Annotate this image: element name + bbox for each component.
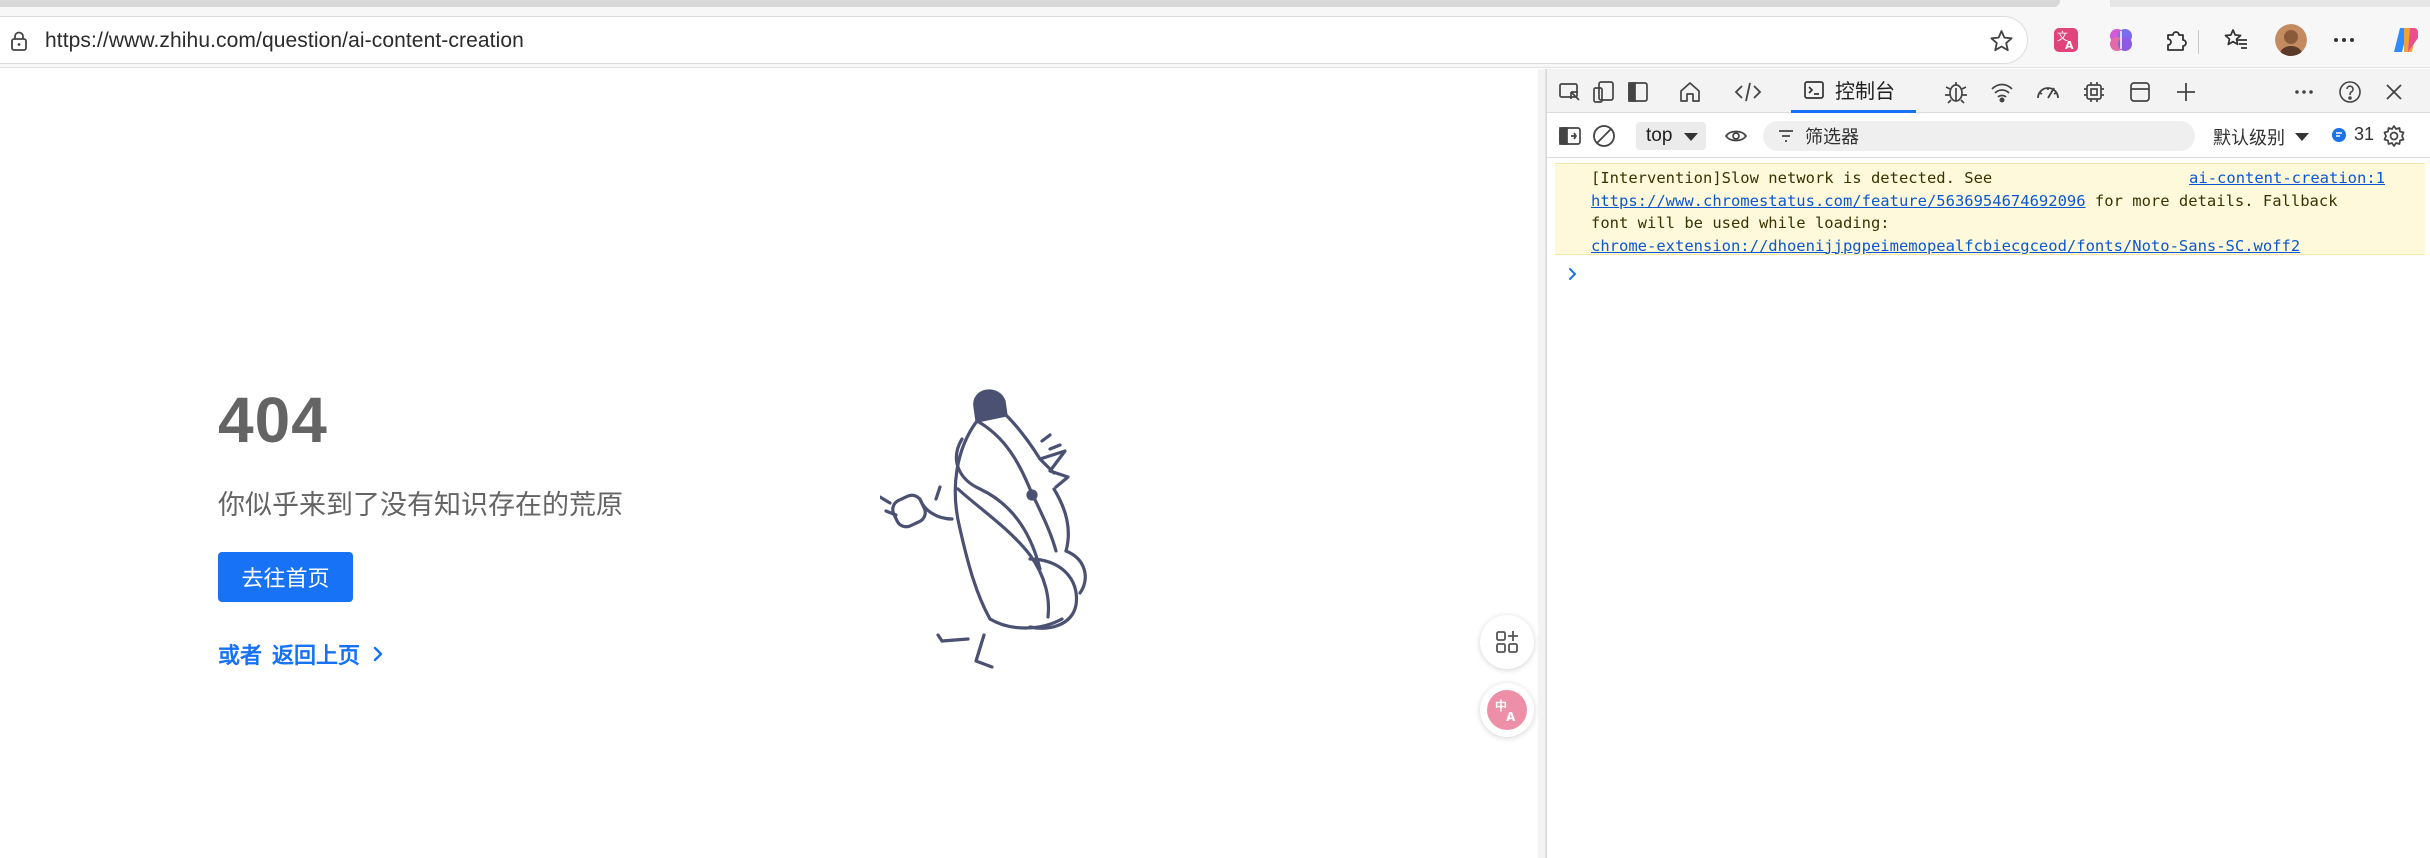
message-text-prefix: [Intervention]Slow network is detected. …: [1591, 169, 1993, 187]
profile-avatar[interactable]: [2275, 24, 2307, 56]
console-prompt-chevron-icon[interactable]: [1565, 265, 1581, 283]
more-icon[interactable]: [2328, 24, 2360, 56]
application-icon[interactable]: [2125, 77, 2155, 107]
clear-console-icon[interactable]: [1589, 121, 1619, 151]
quick-actions-icon: [1493, 628, 1521, 656]
network-icon[interactable]: [1987, 77, 2017, 107]
console-settings-gear-icon[interactable]: [2379, 121, 2409, 151]
elements-icon[interactable]: [1733, 77, 1763, 107]
message-text-line3: font will be used while loading:: [1591, 214, 1890, 232]
address-bar[interactable]: https://www.zhihu.com/question/ai-conten…: [0, 16, 2028, 64]
favorite-star-icon[interactable]: [1988, 28, 2015, 55]
memory-icon[interactable]: [2079, 77, 2109, 107]
message-text-mid: for more details. Fallback: [2085, 191, 2338, 210]
toolbar-divider: [2198, 30, 2199, 54]
issues-icon: [2332, 127, 2346, 142]
context-select[interactable]: top: [1636, 122, 1706, 150]
issues-counter[interactable]: 31: [2331, 124, 2374, 145]
translate-icon: 中A: [1487, 690, 1527, 730]
devtools-tabbar: 控制台: [1547, 69, 2430, 113]
console-filter-bar: top 筛选器 默认级别 31: [1547, 114, 2430, 158]
site-info-icon[interactable]: [8, 30, 30, 52]
back-link[interactable]: 返回上页: [272, 638, 360, 670]
issues-count: 31: [2354, 124, 2375, 144]
chevron-down-icon: [1684, 133, 1698, 141]
console-icon: [1804, 80, 1824, 99]
chevron-down-icon: [2295, 133, 2309, 141]
unplugged-character-illustration: [880, 379, 1140, 679]
show-sidebar-icon[interactable]: [1555, 121, 1585, 151]
copilot-icon[interactable]: [2390, 24, 2422, 56]
devtools-panel: 控制台 top 筛选器 默认级别 31 [Intervention]Slow n…: [1546, 69, 2430, 858]
log-level-select[interactable]: 默认级别: [2213, 124, 2309, 150]
add-tab-icon[interactable]: [2171, 77, 2201, 107]
inspect-icon[interactable]: [1555, 77, 1585, 107]
extensions-icon[interactable]: [2160, 24, 2192, 56]
page-content: 404 你似乎来到了没有知识存在的荒原 去往首页 或者 返回上页 中 A: [0, 69, 1538, 858]
chevron-right-icon: [370, 645, 386, 663]
device-toolbar-icon[interactable]: [1589, 77, 1619, 107]
error-code: 404: [218, 384, 328, 456]
more-tools-icon[interactable]: [2289, 77, 2319, 107]
console-tab-label: 控制台: [1835, 81, 1895, 103]
active-tab-edge[interactable]: [0, 0, 2060, 7]
back-link-row[interactable]: 或者 返回上页: [218, 638, 386, 670]
back-prefix: 或者: [218, 643, 263, 668]
tab-strip: [0, 0, 2430, 10]
favorites-icon[interactable]: [2220, 24, 2252, 56]
tab-edge[interactable]: [2110, 0, 2430, 7]
quick-actions-button[interactable]: [1480, 615, 1534, 669]
url-text[interactable]: https://www.zhihu.com/question/ai-conten…: [45, 29, 524, 53]
filter-placeholder: 筛选器: [1805, 127, 1859, 147]
go-home-button[interactable]: 去往首页: [218, 552, 353, 602]
page-scrollbar-gutter[interactable]: [1538, 69, 1546, 858]
svg-text:A: A: [2065, 39, 2074, 52]
copilot-brain-icon[interactable]: [2105, 24, 2137, 56]
close-devtools-icon[interactable]: [2379, 77, 2409, 107]
sources-icon[interactable]: [1941, 77, 1971, 107]
message-source-link[interactable]: ai-content-creation:1: [2189, 167, 2385, 190]
translate-icon[interactable]: 文A: [2050, 24, 2082, 56]
font-url-link[interactable]: chrome-extension://dhoenijjpgpeimemopeal…: [1591, 237, 2300, 255]
log-level-value: 默认级别: [2213, 128, 2285, 148]
help-icon[interactable]: [2335, 77, 2365, 107]
translate-float-button[interactable]: 中A: [1480, 683, 1534, 737]
filter-input[interactable]: 筛选器: [1763, 121, 2195, 151]
live-expression-eye-icon[interactable]: [1721, 121, 1751, 151]
filter-icon: [1779, 130, 1793, 142]
console-warning-message: [Intervention]Slow network is detected. …: [1555, 163, 2425, 255]
browser-toolbar: https://www.zhihu.com/question/ai-conten…: [0, 10, 2430, 68]
welcome-icon[interactable]: [1675, 77, 1705, 107]
svg-text:A: A: [1506, 710, 1516, 724]
context-value: top: [1646, 125, 1673, 146]
tab-console[interactable]: 控制台: [1791, 69, 1916, 113]
chromestatus-link[interactable]: https://www.chromestatus.com/feature/563…: [1591, 192, 2086, 210]
performance-icon[interactable]: [2033, 77, 2063, 107]
dock-icon[interactable]: [1623, 77, 1653, 107]
error-message: 你似乎来到了没有知识存在的荒原: [218, 490, 623, 520]
